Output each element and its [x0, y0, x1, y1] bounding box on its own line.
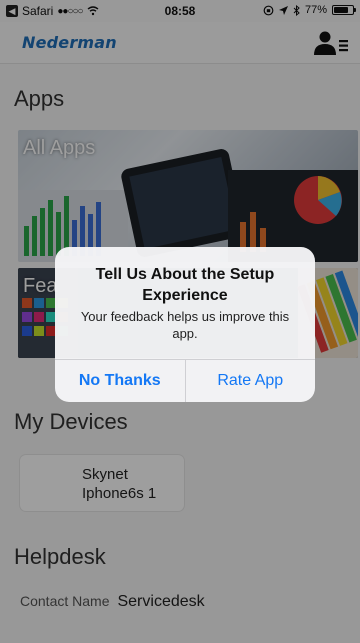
rate-app-alert: Tell Us About the Setup Experience Your … — [55, 247, 315, 402]
alert-title: Tell Us About the Setup Experience — [95, 266, 275, 304]
alert-message: Your feedback helps us improve this app. — [80, 309, 290, 341]
no-thanks-button[interactable]: No Thanks — [55, 360, 185, 402]
screen: ◀ Safari ●●○○○ 08:58 77% Nederman Apps A… — [0, 0, 360, 643]
alert-actions: No Thanks Rate App — [55, 359, 315, 402]
rate-app-button[interactable]: Rate App — [184, 360, 316, 402]
